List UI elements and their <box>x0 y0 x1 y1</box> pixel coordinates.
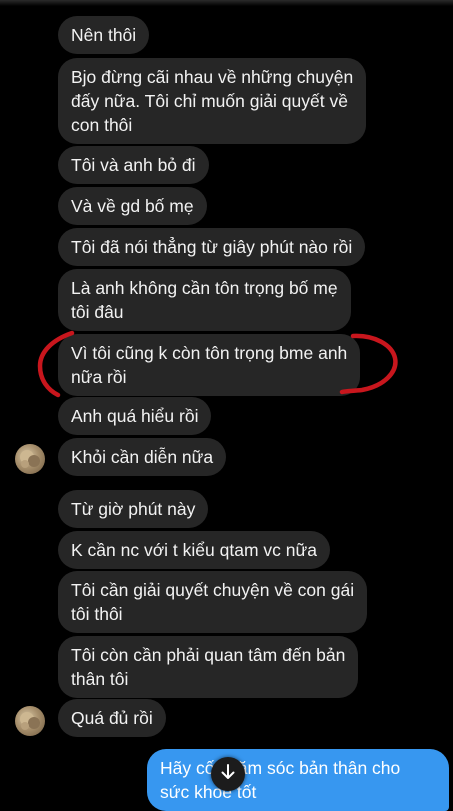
message-bubble[interactable]: Bjo đừng cãi nhau về những chuyện đấy nữ… <box>58 58 367 144</box>
contact-avatar[interactable] <box>15 444 45 474</box>
message-bubble[interactable]: Từ giờ phút này <box>58 490 209 528</box>
message-bubble[interactable]: Nên thôi <box>58 16 150 54</box>
message-bubble[interactable]: Tôi và anh bỏ đi <box>58 146 209 184</box>
message-bubble[interactable]: Tôi cần giải quyết chuyện về con gái tôi… <box>58 571 368 633</box>
message-bubble[interactable]: Anh quá hiểu rồi <box>58 397 212 435</box>
contact-avatar[interactable] <box>15 706 45 736</box>
top-edge <box>0 0 453 6</box>
message-bubble[interactable]: Và về gd bố mẹ <box>58 187 207 225</box>
message-bubble[interactable]: K cần nc với t kiểu qtam vc nữa <box>58 531 330 569</box>
message-bubble[interactable]: Quá đủ rồi <box>58 699 166 737</box>
outgoing-message-bubble[interactable]: Hãy cố chăm sóc bản thân cho sức khoẻ tố… <box>147 749 449 811</box>
arrow-down-icon <box>219 763 237 786</box>
message-bubble[interactable]: Tôi còn cần phải quan tâm đến bản thân t… <box>58 636 359 698</box>
message-bubble[interactable]: Là anh không cần tôn trọng bố mẹ tôi đâu <box>58 269 351 331</box>
message-bubble[interactable]: Khỏi cần diễn nữa <box>58 438 227 476</box>
scroll-down-button[interactable] <box>211 757 245 791</box>
message-bubble[interactable]: Tôi đã nói thẳng từ giây phút nào rồi <box>58 228 366 266</box>
message-bubble[interactable]: Vì tôi cũng k còn tôn trọng bme anh nữa … <box>58 334 361 396</box>
